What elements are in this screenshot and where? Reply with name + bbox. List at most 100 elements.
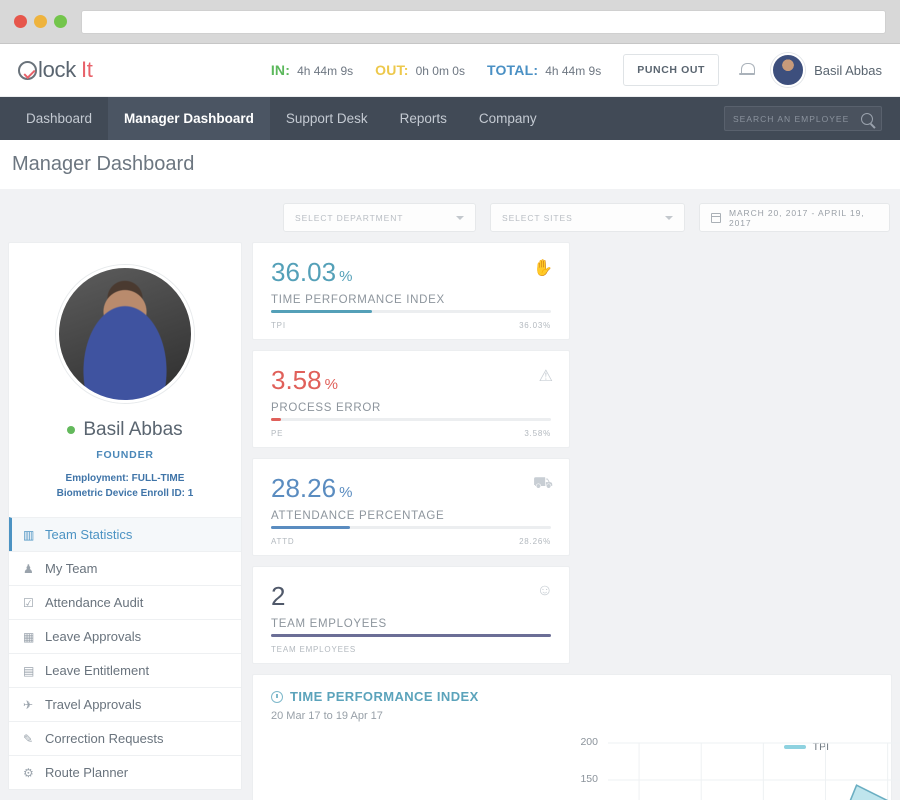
kpi-unit: % bbox=[324, 376, 338, 393]
sidebar-item-label: Correction Requests bbox=[45, 731, 164, 746]
main-navigation: Dashboard Manager Dashboard Support Desk… bbox=[0, 97, 900, 140]
kpi-unit: % bbox=[339, 268, 353, 285]
total-value: 4h 44m 9s bbox=[545, 64, 602, 78]
browser-chrome bbox=[0, 0, 900, 44]
app-screen: lock It IN: 4h 44m 9s OUT: 0h 0m 0s TOTAL… bbox=[0, 0, 900, 800]
kpi-value-row: 36.03% bbox=[271, 259, 551, 285]
punch-out-button[interactable]: PUNCH OUT bbox=[623, 54, 720, 86]
logo-text-lock: lock bbox=[38, 57, 76, 82]
sidebar-item-travel-approvals[interactable]: ✈ Travel Approvals bbox=[9, 687, 241, 721]
kpi-code: TPI bbox=[271, 321, 286, 330]
hand-icon: ✋ bbox=[533, 260, 553, 277]
app-logo[interactable]: lock It bbox=[18, 57, 93, 83]
profile-name: Basil Abbas bbox=[83, 419, 183, 440]
sidebar-item-label: Team Statistics bbox=[45, 527, 133, 542]
sidebar-item-route-planner[interactable]: ⚙ Route Planner bbox=[9, 755, 241, 789]
kpi-footer: PE 3.58% bbox=[271, 429, 551, 438]
kpi-progress-fill bbox=[271, 418, 282, 421]
kpi-progress-track bbox=[271, 310, 551, 313]
kpi-card-team-employees: 2 TEAM EMPLOYEES ☺ TEAM EMPLOYEES bbox=[252, 566, 570, 664]
chart-title-row: TIME PERFORMANCE INDEX bbox=[271, 689, 873, 704]
kpi-card-attendance-percentage: 28.26% ATTENDANCE PERCENTAGE ⛟ ATTD 28.2… bbox=[252, 458, 570, 556]
kpi-progress-fill bbox=[271, 526, 351, 529]
sidebar-item-label: Route Planner bbox=[45, 765, 129, 780]
kpi-value: 36.03 bbox=[271, 257, 337, 287]
kpi-progress-track bbox=[271, 634, 551, 637]
kpi-value: 3.58 bbox=[271, 365, 322, 395]
airplane-icon: ✈ bbox=[23, 697, 34, 712]
edit-square-icon: ✎ bbox=[23, 731, 34, 746]
route-icon: ⚙ bbox=[23, 765, 34, 780]
nav-item-manager-dashboard[interactable]: Manager Dashboard bbox=[108, 97, 270, 140]
out-time-block: OUT: 0h 0m 0s bbox=[375, 62, 465, 78]
sidebar-item-label: Leave Entitlement bbox=[45, 663, 150, 678]
department-select-label: SELECT DEPARTMENT bbox=[295, 212, 404, 223]
profile-employment: Employment: FULL-TIME bbox=[65, 473, 185, 484]
app-header: lock It IN: 4h 44m 9s OUT: 0h 0m 0s TOTAL… bbox=[0, 44, 900, 97]
kpi-progress-track bbox=[271, 418, 551, 421]
check-square-icon: ☑ bbox=[23, 595, 34, 610]
sidebar-item-team-statistics[interactable]: ▥ Team Statistics bbox=[9, 517, 241, 551]
url-bar[interactable] bbox=[81, 9, 886, 34]
kpi-footer-value: 3.58% bbox=[524, 429, 551, 438]
profile-name-row: Basil Abbas bbox=[9, 419, 241, 441]
maximize-window-icon[interactable] bbox=[54, 15, 67, 28]
sidebar-item-my-team[interactable]: ♟ My Team bbox=[9, 551, 241, 585]
kpi-footer: TEAM EMPLOYEES bbox=[271, 645, 551, 654]
sidebar-item-leave-approvals[interactable]: ▦ Leave Approvals bbox=[9, 619, 241, 653]
chevron-down-icon bbox=[664, 216, 673, 220]
search-icon[interactable] bbox=[861, 112, 873, 125]
nav-item-reports[interactable]: Reports bbox=[384, 97, 463, 140]
nav-item-dashboard[interactable]: Dashboard bbox=[10, 97, 108, 140]
kpi-code: ATTD bbox=[271, 537, 295, 546]
sidebar-item-correction-requests[interactable]: ✎ Correction Requests bbox=[9, 721, 241, 755]
profile-meta: Employment: FULL-TIME Biometric Device E… bbox=[9, 471, 241, 517]
clock-logo-icon bbox=[18, 60, 37, 80]
avatar[interactable] bbox=[771, 53, 806, 87]
calendar-icon: ▦ bbox=[23, 629, 35, 644]
kpi-value-row: 28.26% bbox=[271, 475, 551, 501]
sites-select[interactable]: SELECT SITES bbox=[490, 203, 685, 232]
page-title-bar: Manager Dashboard bbox=[0, 140, 900, 189]
department-select[interactable]: SELECT DEPARTMENT bbox=[283, 203, 476, 232]
minimize-window-icon[interactable] bbox=[34, 15, 47, 28]
out-label: OUT: bbox=[375, 62, 409, 78]
kpi-footer: TPI 36.03% bbox=[271, 321, 551, 330]
kpi-value-row: 2 bbox=[271, 583, 551, 609]
window-traffic-lights bbox=[14, 15, 67, 28]
close-window-icon[interactable] bbox=[14, 15, 27, 28]
page-body: SELECT DEPARTMENT SELECT SITES MARCH 20,… bbox=[0, 189, 900, 800]
sidebar-item-label: Travel Approvals bbox=[45, 697, 142, 712]
sidebar-item-attendance-audit[interactable]: ☑ Attendance Audit bbox=[9, 585, 241, 619]
notification-bell-icon[interactable] bbox=[739, 62, 756, 78]
kpi-footer-value: 36.03% bbox=[519, 321, 551, 330]
nav-item-support-desk[interactable]: Support Desk bbox=[270, 97, 384, 140]
profile-enroll-id: Biometric Device Enroll ID: 1 bbox=[56, 488, 194, 499]
chart-plot-area: TPI Performance Date 050100150200 Mar 21… bbox=[253, 731, 900, 800]
kpi-footer-value: 28.26% bbox=[519, 537, 551, 546]
out-value: 0h 0m 0s bbox=[415, 64, 465, 78]
search-input[interactable] bbox=[733, 113, 861, 124]
nav-item-company[interactable]: Company bbox=[463, 97, 553, 140]
people-icon: ♟ bbox=[23, 561, 34, 576]
kpi-progress-track bbox=[271, 526, 551, 529]
kpi-unit: % bbox=[339, 484, 353, 501]
total-time-block: TOTAL: 4h 44m 9s bbox=[487, 62, 601, 78]
kpi-caption: ATTENDANCE PERCENTAGE bbox=[271, 510, 445, 522]
chart-bar-icon: ▥ bbox=[23, 527, 35, 542]
kpi-value: 28.26 bbox=[271, 473, 337, 503]
content-columns: Basil Abbas FOUNDER Employment: FULL-TIM… bbox=[0, 232, 900, 800]
table-icon: ▤ bbox=[23, 663, 35, 678]
kpi-caption: TEAM EMPLOYEES bbox=[271, 618, 387, 630]
header-user-name[interactable]: Basil Abbas bbox=[814, 63, 882, 78]
date-range-label: MARCH 20, 2017 - APRIL 19, 2017 bbox=[728, 207, 865, 228]
chart-title: TIME PERFORMANCE INDEX bbox=[290, 689, 479, 704]
kpi-caption: TIME PERFORMANCE INDEX bbox=[271, 294, 445, 306]
date-range-picker[interactable]: MARCH 20, 2017 - APRIL 19, 2017 bbox=[698, 203, 890, 232]
in-value: 4h 44m 9s bbox=[297, 64, 354, 78]
sidebar-item-label: Leave Approvals bbox=[45, 629, 142, 644]
right-column: 36.03% TIME PERFORMANCE INDEX ✋ TPI 36.0… bbox=[252, 242, 900, 800]
sidebar-item-leave-entitlement[interactable]: ▤ Leave Entitlement bbox=[9, 653, 241, 687]
employee-search-box[interactable] bbox=[724, 106, 882, 131]
sidebar-item-label: My Team bbox=[45, 561, 98, 576]
